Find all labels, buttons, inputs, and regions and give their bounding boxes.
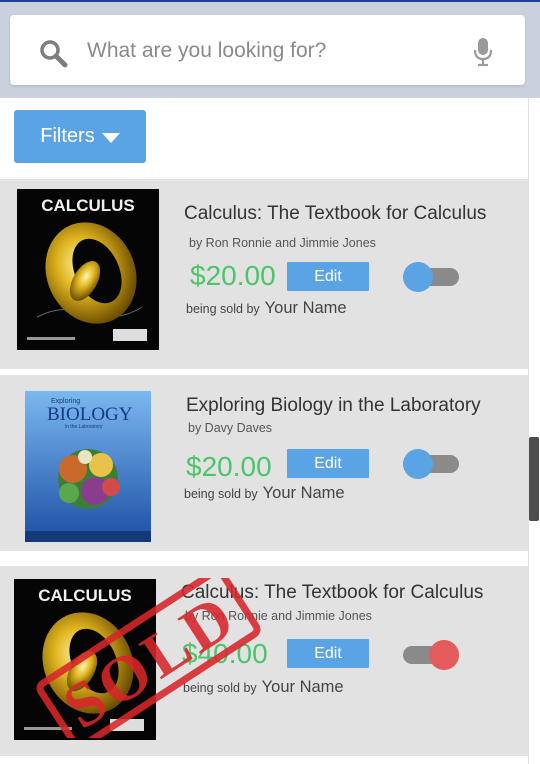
- toggle-knob[interactable]: [429, 640, 459, 670]
- seller-line: being sold by Your Name: [184, 484, 345, 503]
- sold-stamp: SOLD: [36, 578, 261, 738]
- filters-label: Filters: [40, 125, 95, 147]
- listing-card[interactable]: Exploring BIOLOGY in the Laboratory Expl…: [0, 375, 528, 551]
- search-box[interactable]: [10, 15, 525, 85]
- book-title[interactable]: Exploring Biology in the Laboratory: [186, 395, 481, 417]
- scrollbar-thumb[interactable]: [529, 437, 539, 521]
- seller-name: Your Name: [262, 484, 345, 502]
- cover-title: BIOLOGY: [47, 404, 133, 425]
- calculus-cover-art: CALCULUS: [27, 196, 147, 341]
- seller-name: Your Name: [264, 299, 347, 317]
- book-title[interactable]: Calculus: The Textbook for Calculus: [184, 203, 486, 225]
- filters-button[interactable]: Filters: [14, 110, 146, 163]
- book-price: $20.00: [190, 260, 276, 291]
- toggle-knob[interactable]: [403, 262, 433, 292]
- listing-card[interactable]: CALCULUS Calculus: The Textbook for Calc…: [0, 179, 528, 369]
- listing-card[interactable]: CALCULUS Calculus: The Textbook for Calc…: [0, 566, 528, 756]
- seller-line: being sold by Your Name: [186, 299, 347, 318]
- cover-subtitle: in the Laboratory: [65, 424, 103, 430]
- edit-button[interactable]: Edit: [287, 449, 369, 478]
- book-cover-image[interactable]: CALCULUS: [17, 189, 159, 350]
- book-price: $20.00: [186, 451, 272, 482]
- search-icon[interactable]: [38, 38, 68, 68]
- caret-down-icon: [101, 132, 120, 143]
- book-author: by Ron Ronnie and Jimmie Jones: [189, 236, 376, 250]
- search-bar: [0, 2, 540, 98]
- scrollbar-track[interactable]: [528, 98, 540, 764]
- microphone-icon[interactable]: [472, 37, 494, 67]
- edit-button[interactable]: Edit: [287, 639, 369, 668]
- book-cover-image[interactable]: Exploring BIOLOGY in the Laboratory: [25, 391, 151, 542]
- edit-button[interactable]: Edit: [287, 262, 369, 291]
- sold-by-label: being sold by: [184, 487, 258, 501]
- cover-title: CALCULUS: [41, 196, 135, 215]
- book-author: by Davy Daves: [188, 421, 273, 435]
- toggle-knob[interactable]: [403, 449, 433, 479]
- search-input[interactable]: [85, 34, 449, 68]
- sold-by-label: being sold by: [186, 302, 260, 316]
- biology-cover-art: Exploring BIOLOGY in the Laboratory: [25, 391, 151, 542]
